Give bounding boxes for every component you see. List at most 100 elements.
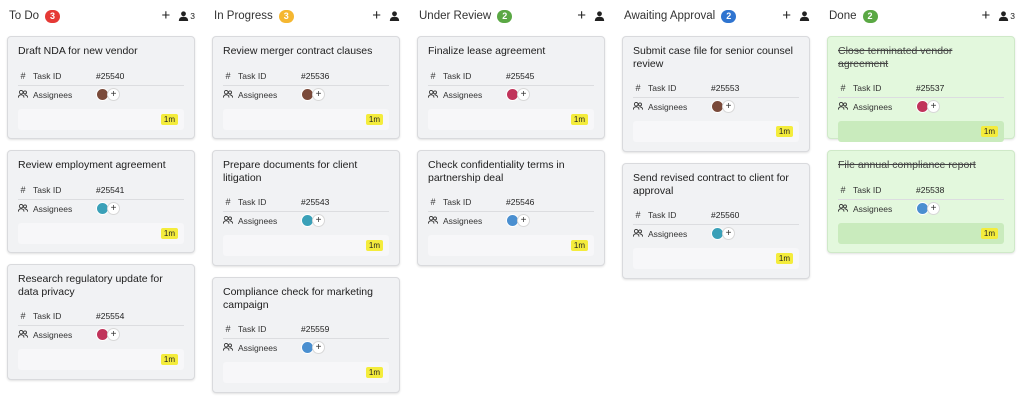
card-footer: 1m xyxy=(633,248,799,269)
column-under-review: Under Review 2 + Finalize lease agreemen… xyxy=(417,0,607,266)
time-badge: 1m xyxy=(365,114,383,125)
add-card-icon[interactable]: + xyxy=(982,8,991,23)
add-assignee-icon[interactable]: + xyxy=(107,88,120,101)
card-title: Compliance check for marketing campaign xyxy=(223,286,373,311)
hash-icon: # xyxy=(430,197,436,207)
people-icon xyxy=(17,203,29,214)
members-icon[interactable] xyxy=(594,11,605,21)
task-id-label: Task ID xyxy=(443,197,472,207)
add-card-icon[interactable]: + xyxy=(162,8,171,23)
task-card[interactable]: Review merger contract clauses # Task ID … xyxy=(212,36,400,139)
task-card[interactable]: Close terminated vendor agreement # Task … xyxy=(827,36,1015,142)
task-card[interactable]: Check confidentiality terms in partnersh… xyxy=(417,150,605,266)
task-id-label: Task ID xyxy=(853,83,882,93)
column-awaiting-approval: Awaiting Approval 2 + Submit case file f… xyxy=(622,0,812,279)
card-footer: 1m xyxy=(428,109,594,130)
task-id-row: # Task ID #25553 xyxy=(633,79,799,97)
people-icon xyxy=(632,228,644,239)
add-assignee-icon[interactable]: + xyxy=(722,227,735,240)
task-id-label: Task ID xyxy=(33,311,62,321)
task-card[interactable]: Compliance check for marketing campaign … xyxy=(212,277,400,393)
time-badge: 1m xyxy=(775,126,793,137)
task-id-row: # Task ID #25538 xyxy=(838,181,1004,199)
column-in-progress: In Progress 3 + Review merger contract c… xyxy=(212,0,402,393)
assignees-row: Assignees + xyxy=(222,338,389,356)
count-badge: 2 xyxy=(862,9,878,23)
task-id-row: # Task ID #25545 xyxy=(428,67,594,85)
task-id-value: #25546 xyxy=(506,197,535,207)
assignees-row: Assignees + xyxy=(632,97,799,115)
count-badge: 2 xyxy=(497,9,513,23)
task-card[interactable]: Draft NDA for new vendor # Task ID #25540… xyxy=(7,36,195,139)
add-assignee-icon[interactable]: + xyxy=(927,100,940,113)
members-icon[interactable]: 3 xyxy=(178,11,195,21)
members-icon[interactable]: 3 xyxy=(998,11,1015,21)
card-footer: 1m xyxy=(838,121,1004,142)
task-id-row: # Task ID #25540 xyxy=(18,67,184,85)
add-assignee-icon[interactable]: + xyxy=(312,88,325,101)
assignees-label: Assignees xyxy=(33,203,73,214)
task-card[interactable]: Prepare documents for client litigation … xyxy=(212,150,400,266)
task-card[interactable]: Submit case file for senior counsel revi… xyxy=(622,36,810,152)
task-id-label: Task ID xyxy=(33,71,62,81)
task-card[interactable]: Send revised contract to client for appr… xyxy=(622,163,810,279)
task-card[interactable]: File annual compliance report # Task ID #… xyxy=(827,150,1015,253)
count-badge: 3 xyxy=(278,9,294,23)
assignees-row: Assignees + xyxy=(17,199,184,217)
add-card-icon[interactable]: + xyxy=(577,8,586,23)
people-icon xyxy=(427,89,439,100)
hash-icon: # xyxy=(635,210,641,220)
task-id-value: #25559 xyxy=(301,324,330,334)
people-icon xyxy=(222,215,234,226)
card-title: Submit case file for senior counsel revi… xyxy=(633,45,793,70)
people-icon xyxy=(17,329,29,340)
assignees-row: Assignees + xyxy=(427,85,594,103)
task-id-row: # Task ID #25536 xyxy=(223,67,389,85)
task-id-row: # Task ID #25541 xyxy=(18,181,184,199)
hash-icon: # xyxy=(20,311,26,321)
time-badge: 1m xyxy=(980,228,998,239)
column-title: Under Review xyxy=(419,10,492,22)
time-badge: 1m xyxy=(775,253,793,264)
task-card[interactable]: Review employment agreement # Task ID #25… xyxy=(7,150,195,253)
column-header: Awaiting Approval 2 + xyxy=(622,0,812,32)
kanban-board: To Do 3 + 3 Draft NDA for new vendor # Ta… xyxy=(0,0,1024,400)
task-card[interactable]: Finalize lease agreement # Task ID #25545… xyxy=(417,36,605,139)
add-card-icon[interactable]: + xyxy=(782,8,791,23)
add-assignee-icon[interactable]: + xyxy=(107,202,120,215)
card-title: File annual compliance report xyxy=(838,159,976,171)
assignees-row: Assignees + xyxy=(632,224,799,242)
hash-icon: # xyxy=(635,83,641,93)
add-assignee-icon[interactable]: + xyxy=(312,214,325,227)
add-assignee-icon[interactable]: + xyxy=(517,214,530,227)
assignees-row: Assignees + xyxy=(222,85,389,103)
card-title: Send revised contract to client for appr… xyxy=(633,172,789,197)
task-id-value: #25541 xyxy=(96,185,125,195)
hash-icon: # xyxy=(20,71,26,81)
add-assignee-icon[interactable]: + xyxy=(107,328,120,341)
column-title: Awaiting Approval xyxy=(624,10,716,22)
add-assignee-icon[interactable]: + xyxy=(722,100,735,113)
hash-icon: # xyxy=(430,71,436,81)
card-title: Review employment agreement xyxy=(18,159,166,171)
add-assignee-icon[interactable]: + xyxy=(517,88,530,101)
column-to-do: To Do 3 + 3 Draft NDA for new vendor # Ta… xyxy=(7,0,197,380)
assignees-label: Assignees xyxy=(238,89,278,100)
add-assignee-icon[interactable]: + xyxy=(927,202,940,215)
card-title: Prepare documents for client litigation xyxy=(223,159,358,184)
card-title: Finalize lease agreement xyxy=(428,45,546,57)
add-card-icon[interactable]: + xyxy=(372,8,381,23)
task-id-value: #25545 xyxy=(506,71,535,81)
card-footer: 1m xyxy=(223,109,389,130)
members-icon[interactable] xyxy=(799,11,810,21)
assignees-row: Assignees + xyxy=(837,97,1004,115)
task-id-value: #25560 xyxy=(711,210,740,220)
members-icon[interactable] xyxy=(389,11,400,21)
column-title: To Do xyxy=(9,10,40,22)
task-card[interactable]: Research regulatory update for data priv… xyxy=(7,264,195,380)
task-id-row: # Task ID #25559 xyxy=(223,320,389,338)
people-icon xyxy=(427,215,439,226)
time-badge: 1m xyxy=(570,114,588,125)
add-assignee-icon[interactable]: + xyxy=(312,341,325,354)
people-icon xyxy=(837,203,849,214)
